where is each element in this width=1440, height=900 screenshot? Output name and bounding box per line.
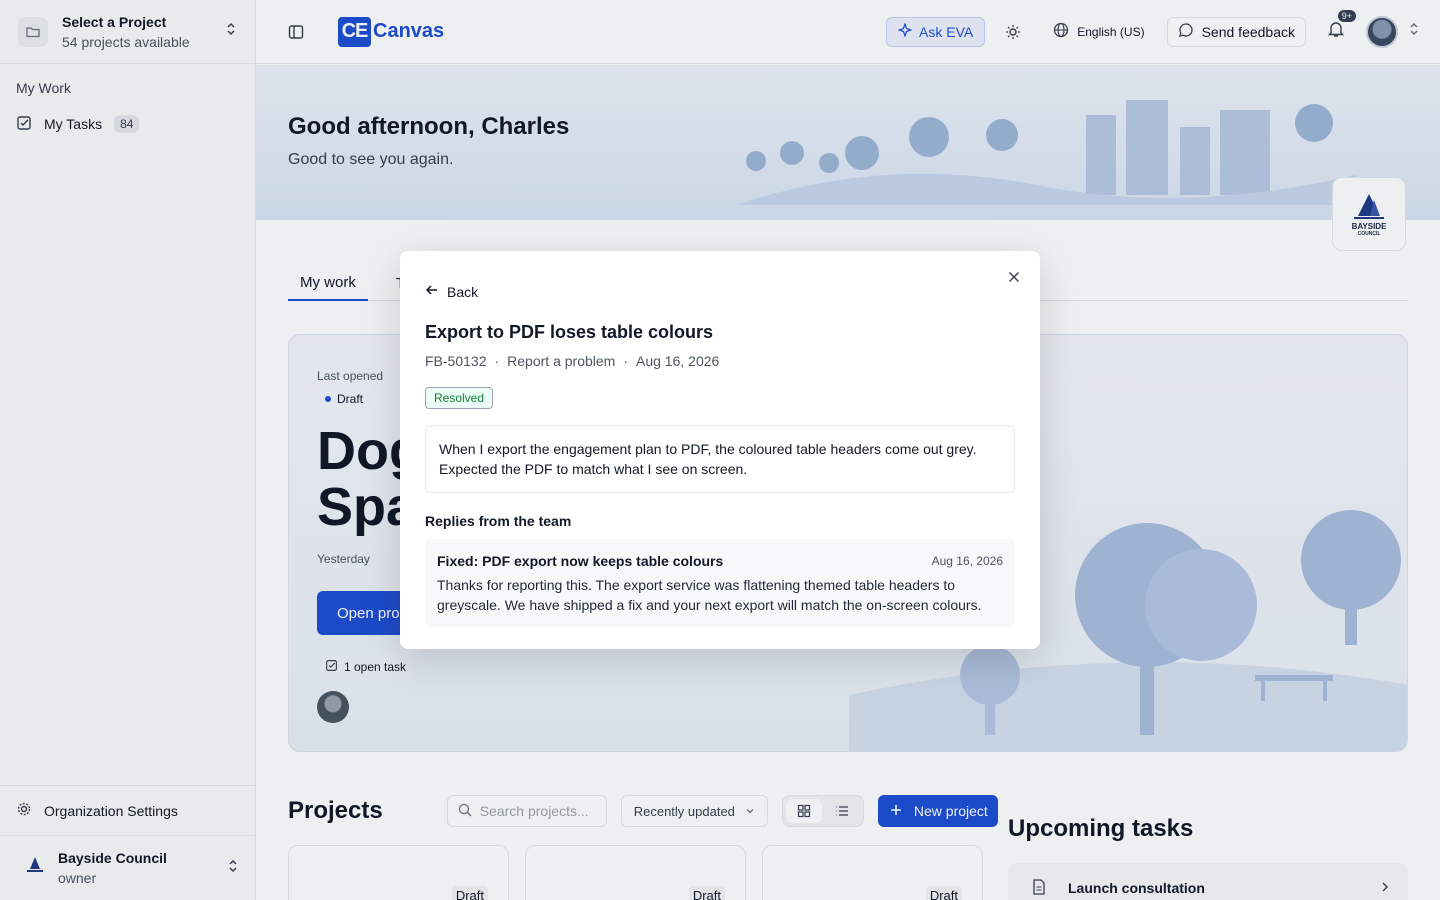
team-reply: Fixed: PDF export now keeps table colour… — [425, 539, 1015, 627]
back-button[interactable]: Back — [425, 283, 1015, 300]
feedback-id: FB-50132 — [425, 353, 487, 369]
feedback-meta: FB-50132 · Report a problem · Aug 16, 20… — [425, 353, 1015, 369]
close-icon[interactable] — [1004, 267, 1024, 287]
status-badge: Resolved — [425, 387, 494, 409]
reply-title: Fixed: PDF export now keeps table colour… — [437, 553, 724, 569]
feedback-detail-dialog: Back Export to PDF loses table colours F… — [400, 251, 1040, 649]
arrow-left-icon — [425, 283, 439, 300]
feedback-type: Report a problem — [507, 353, 616, 369]
feedback-description: When I export the engagement plan to PDF… — [425, 425, 1015, 493]
replies-heading: Replies from the team — [425, 513, 572, 529]
meta-separator: · — [494, 353, 500, 369]
meta-separator: · — [623, 353, 628, 369]
feedback-title: Export to PDF loses table colours — [425, 322, 714, 342]
feedback-date: Aug 16, 2026 — [636, 353, 720, 369]
reply-body: Thanks for reporting this. The export se… — [437, 577, 982, 613]
back-label: Back — [447, 283, 479, 300]
reply-date: Aug 16, 2026 — [931, 554, 1003, 568]
